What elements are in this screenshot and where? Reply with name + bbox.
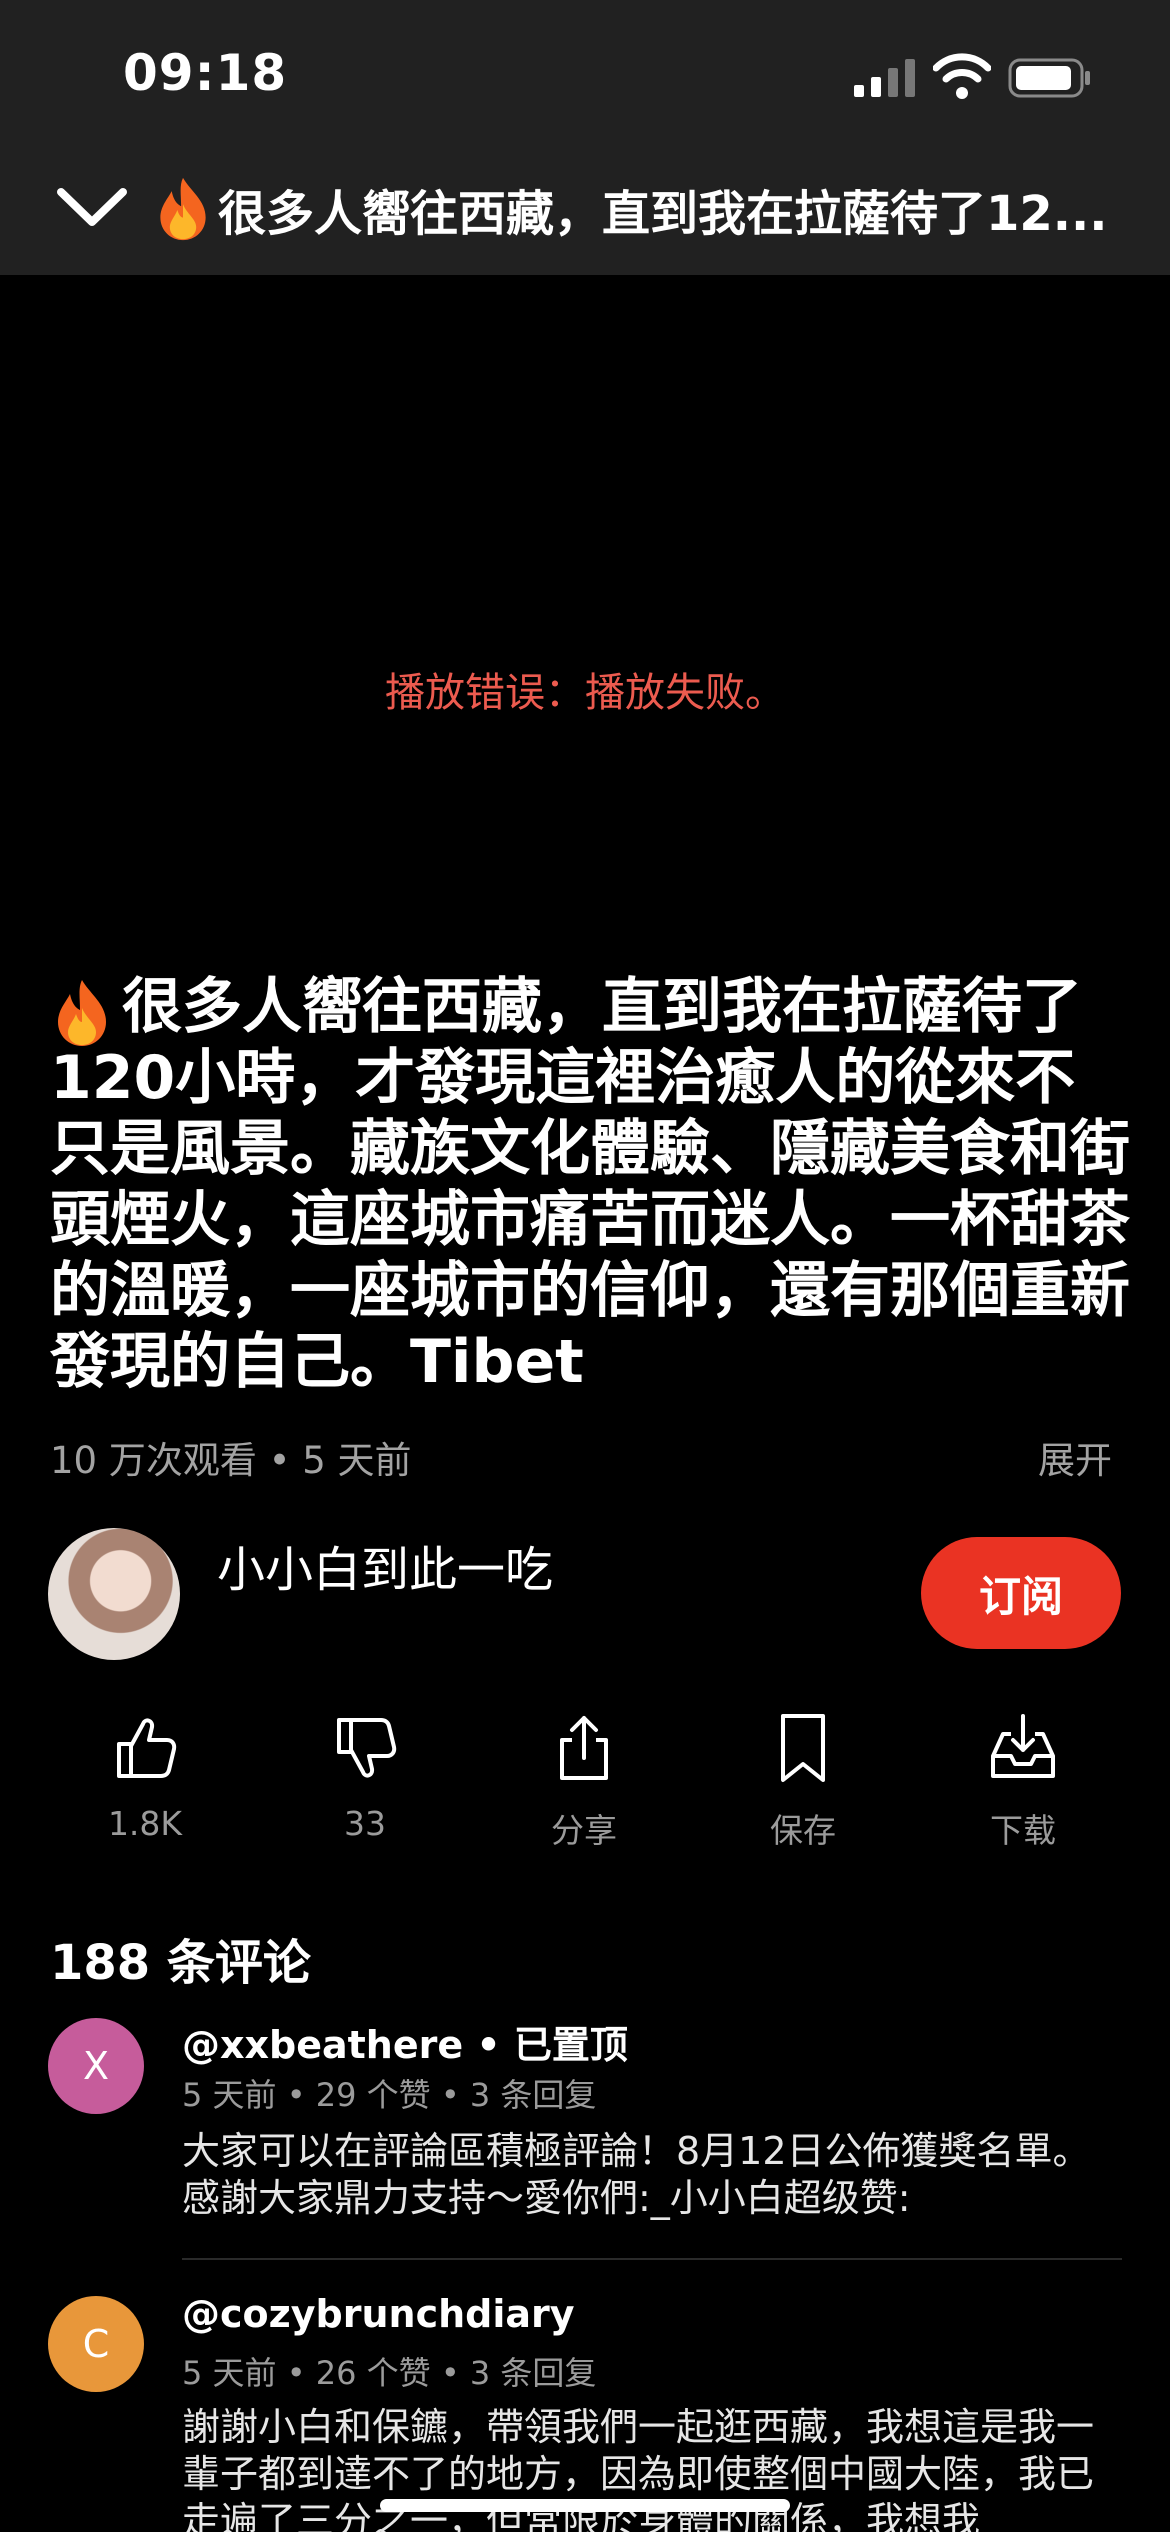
- channel-avatar[interactable]: [48, 1528, 180, 1660]
- battery-icon: [1008, 58, 1090, 98]
- home-indicator[interactable]: [380, 2499, 790, 2512]
- like-count: 1.8K: [107, 1804, 183, 1843]
- fire-emoji-icon: [160, 177, 206, 241]
- comment-username[interactable]: @cozybrunchdiary: [182, 2292, 575, 2336]
- channel-name[interactable]: 小小白到此一吃: [217, 1530, 553, 1600]
- thumbs-down-icon: [337, 1718, 397, 1778]
- share-label: 分享: [551, 1811, 617, 1850]
- download-label: 下载: [990, 1811, 1056, 1850]
- comment-text: 謝謝小白和保鑣，帶領我們一起逛西藏，我想這是我一輩子都到達不了的地方，因為即使整…: [182, 2405, 1095, 2532]
- status-bar: 09:18: [0, 0, 1170, 150]
- comment-avatar[interactable]: C: [48, 2296, 144, 2392]
- bookmark-icon: [781, 1714, 825, 1782]
- comment-count[interactable]: 188 条评论: [50, 1923, 311, 1993]
- cellular-signal-icon: [854, 59, 915, 97]
- playback-error-message: 播放错误：播放失败。: [385, 670, 785, 716]
- status-time: 09:18: [123, 44, 288, 102]
- subscribe-button[interactable]: 订阅: [921, 1537, 1121, 1649]
- chevron-down-icon[interactable]: [55, 178, 129, 234]
- save-button[interactable]: 保存: [723, 1712, 883, 1852]
- share-icon: [560, 1716, 608, 1780]
- thumbs-up-icon: [117, 1718, 177, 1778]
- video-meta: 10 万次观看 • 5 天前: [50, 1439, 412, 1482]
- download-button[interactable]: 下载: [943, 1712, 1103, 1852]
- video-player[interactable]: [0, 275, 1170, 945]
- comment-meta: 5 天前 • 29 个赞 • 3 条回复: [182, 2076, 597, 2114]
- comment-divider: [182, 2258, 1122, 2260]
- video-description: 很多人嚮往西藏，直到我在拉薩待了120小時，才發現這裡治癒人的從來不只是風景。藏…: [50, 972, 1130, 1397]
- comment-meta: 5 天前 • 26 个赞 • 3 条回复: [182, 2354, 597, 2392]
- dislike-count: 33: [344, 1804, 386, 1843]
- download-icon: [991, 1714, 1055, 1778]
- save-label: 保存: [770, 1811, 836, 1850]
- comment-avatar[interactable]: X: [48, 2018, 144, 2114]
- like-button[interactable]: 1.8K: [65, 1712, 225, 1843]
- share-button[interactable]: 分享: [504, 1712, 664, 1852]
- video-title: 很多人嚮往西藏，直到我在拉薩待了12...: [218, 186, 1108, 242]
- dislike-button[interactable]: 33: [285, 1712, 445, 1843]
- wifi-icon: [933, 53, 991, 99]
- comment-text: 大家可以在評論區積極評論！8月12日公佈獲獎名單。感謝大家鼎力支持～愛你們:_小…: [182, 2129, 1091, 2220]
- comment-username[interactable]: @xxbeathere • 已置顶: [182, 2014, 628, 2069]
- expand-link[interactable]: 展开: [1038, 1430, 1112, 1484]
